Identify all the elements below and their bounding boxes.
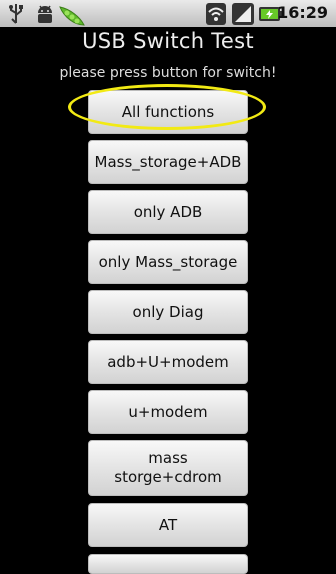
peapod-app-icon [58,3,86,31]
next-button-partial[interactable] [88,554,248,574]
instruction-text: please press button for switch! [59,65,277,81]
only-diag-button[interactable]: only Diag [88,290,248,334]
usb-icon [6,3,26,29]
u-modem-button[interactable]: u+modem [88,390,248,434]
only-adb-button[interactable]: only ADB [88,190,248,234]
android-debug-icon [34,3,56,29]
mass-storage-adb-button[interactable]: Mass_storage+ADB [88,140,248,184]
clock: 16:29 [277,3,328,22]
at-button[interactable]: AT [88,503,248,547]
wifi-icon [206,3,226,29]
status-bar: 16:29 [0,0,336,27]
adb-u-modem-button[interactable]: adb+U+modem [88,340,248,384]
signal-icon [232,3,254,29]
mass-storage-cdrom-button[interactable]: mass storge+cdrom [88,440,248,496]
all-functions-button[interactable]: All functions [88,90,248,134]
page-title: USB Switch Test [82,29,254,53]
only-mass-storage-button[interactable]: only Mass_storage [88,240,248,284]
